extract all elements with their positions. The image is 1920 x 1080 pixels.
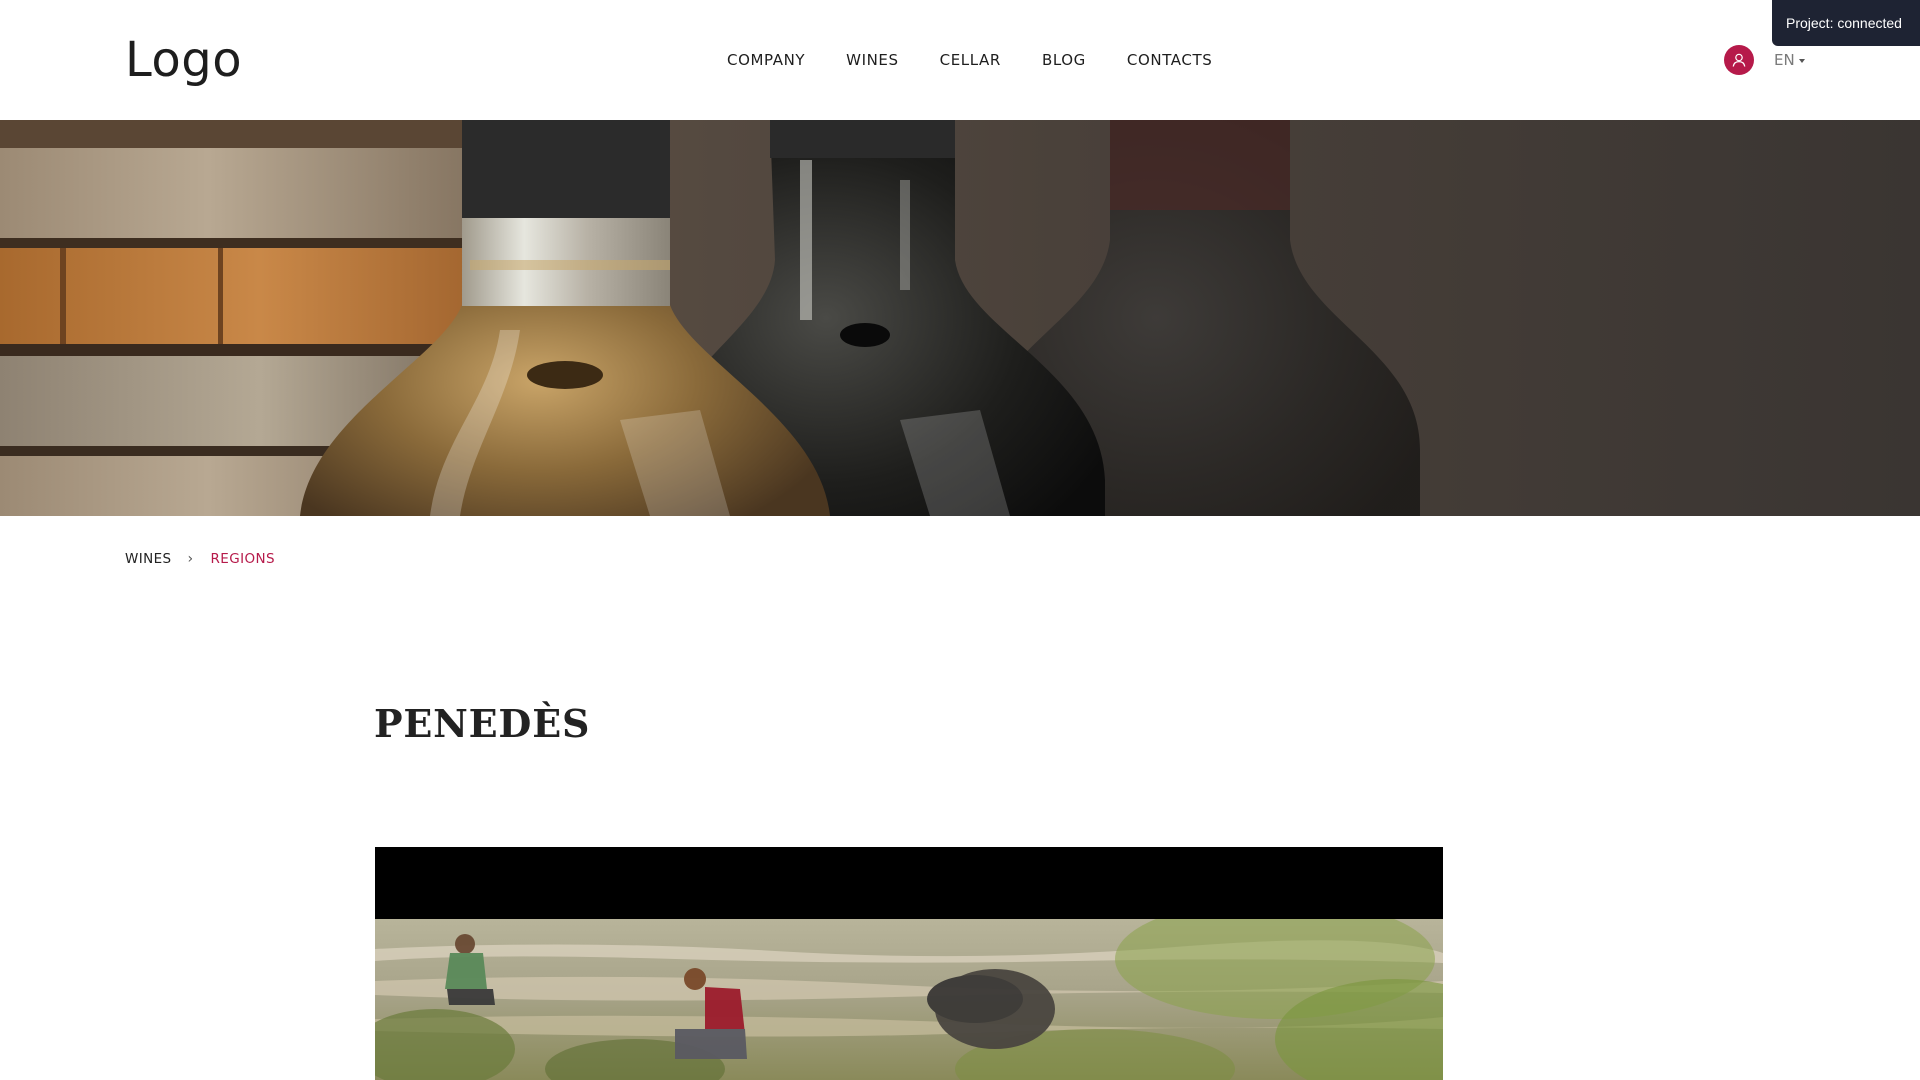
language-selector[interactable]: EN	[1774, 49, 1805, 71]
user-icon	[1732, 53, 1746, 67]
breadcrumb-item-regions[interactable]: REGIONS	[211, 551, 275, 567]
nav-item-wines: WINES	[846, 48, 898, 72]
status-badge: Project: connected	[1772, 0, 1920, 46]
language-label: EN	[1774, 51, 1795, 69]
wine-bottles-illustration	[0, 120, 1920, 516]
vineyard-video-frame	[375, 919, 1443, 1080]
nav-item-cellar: CELLAR	[940, 48, 1001, 72]
nav-link-company[interactable]: COMPANY	[727, 51, 805, 69]
nav-item-blog: BLOG	[1042, 48, 1086, 72]
chevron-right-icon: ›	[187, 551, 194, 567]
site-header: Logo COMPANY WINES CELLAR BLOG CONTACTS …	[0, 0, 1920, 120]
caret-down-icon	[1798, 58, 1805, 63]
breadcrumb: WINES › REGIONS	[125, 551, 275, 567]
breadcrumb-item-wines[interactable]: WINES	[125, 551, 172, 567]
video-player[interactable]	[375, 847, 1443, 1080]
page-title: PENEDÈS	[374, 701, 591, 746]
nav-item-company: COMPANY	[727, 48, 805, 72]
nav-link-cellar[interactable]: CELLAR	[940, 51, 1001, 69]
nav-link-blog[interactable]: BLOG	[1042, 51, 1086, 69]
site-logo[interactable]: Logo	[125, 30, 242, 90]
nav-link-contacts[interactable]: CONTACTS	[1127, 51, 1212, 69]
hero-image	[0, 120, 1920, 516]
nav-link-wines[interactable]: WINES	[846, 51, 898, 69]
main-nav: COMPANY WINES CELLAR BLOG CONTACTS	[727, 48, 1212, 72]
nav-item-contacts: CONTACTS	[1127, 48, 1212, 72]
user-account-button[interactable]	[1724, 45, 1754, 75]
